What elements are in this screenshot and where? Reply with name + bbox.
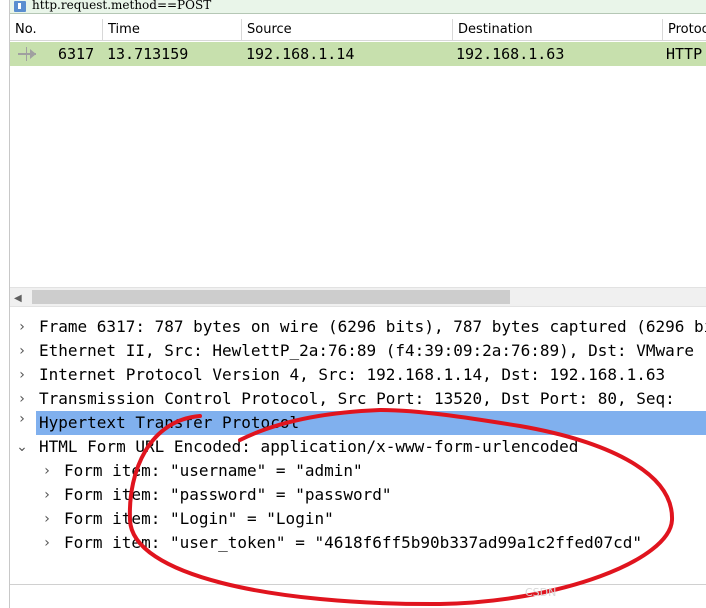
packet-no: 6317 (58, 45, 95, 63)
form-item-row[interactable]: › Form item: "user_token" = "4618f6ff5b9… (10, 531, 706, 555)
form-item-row[interactable]: › Form item: "password" = "password" (10, 483, 706, 507)
column-protocol[interactable]: Protocol (662, 19, 706, 41)
detail-http-text: Hypertext Transfer Protocol (39, 413, 300, 432)
detail-form[interactable]: ⌄ HTML Form URL Encoded: application/x-w… (10, 435, 706, 459)
packet-source: 192.168.1.14 (246, 45, 355, 63)
expand-chevron-icon[interactable]: › (16, 387, 28, 411)
detail-http[interactable]: Hypertext Transfer Protocol (36, 411, 706, 435)
scrollbar-thumb[interactable] (32, 290, 510, 304)
expand-chevron-icon[interactable]: › (16, 315, 28, 339)
form-item-text: Form item: "username" = "admin" (64, 461, 363, 480)
form-item-text: Form item: "user_token" = "4618f6ff5b90b… (64, 533, 642, 552)
form-item-text: Form item: "password" = "password" (64, 485, 392, 504)
form-item-row[interactable]: › Form item: "Login" = "Login" (10, 507, 706, 531)
packet-protocol: HTTP (666, 45, 703, 63)
packet-list-header: No. Time Source Destination Protocol (10, 19, 706, 41)
packet-details-pane: › Frame 6317: 787 bytes on wire (6296 bi… (10, 312, 706, 608)
display-filter-bar[interactable]: http.request.method==POST (10, 0, 706, 14)
expand-chevron-icon[interactable]: › (41, 507, 53, 531)
detail-form-text: HTML Form URL Encoded: application/x-www… (39, 437, 579, 456)
detail-tcp[interactable]: › Transmission Control Protocol, Src Por… (10, 387, 706, 411)
detail-frame-text: Frame 6317: 787 bytes on wire (6296 bits… (39, 317, 706, 336)
column-no[interactable]: No. (10, 19, 102, 41)
detail-ethernet-text: Ethernet II, Src: HewlettP_2a:76:89 (f4:… (39, 341, 695, 360)
horizontal-scrollbar[interactable]: ◀ (10, 287, 706, 307)
request-arrow-icon (18, 47, 36, 61)
expand-chevron-icon[interactable]: › (16, 411, 28, 435)
detail-ipv4[interactable]: › Internet Protocol Version 4, Src: 192.… (10, 363, 706, 387)
column-time[interactable]: Time (102, 19, 241, 41)
pane-divider (10, 584, 706, 585)
detail-frame[interactable]: › Frame 6317: 787 bytes on wire (6296 bi… (10, 315, 706, 339)
column-source[interactable]: Source (241, 19, 452, 41)
detail-tcp-text: Transmission Control Protocol, Src Port:… (39, 389, 675, 408)
packet-time: 13.713159 (107, 45, 189, 63)
form-item-text: Form item: "Login" = "Login" (64, 509, 334, 528)
bookmark-icon[interactable] (14, 1, 26, 12)
packet-destination: 192.168.1.63 (456, 45, 565, 63)
expand-chevron-icon[interactable]: › (16, 363, 28, 387)
watermark-text: CSDN (525, 586, 557, 599)
expand-chevron-icon[interactable]: › (41, 459, 53, 483)
detail-ipv4-text: Internet Protocol Version 4, Src: 192.16… (39, 365, 666, 384)
column-destination[interactable]: Destination (452, 19, 662, 41)
form-item-row[interactable]: › Form item: "username" = "admin" (10, 459, 706, 483)
collapse-chevron-icon[interactable]: ⌄ (16, 435, 28, 459)
expand-chevron-icon[interactable]: › (16, 339, 28, 363)
left-border (0, 0, 10, 608)
expand-chevron-icon[interactable]: › (41, 531, 53, 555)
filter-text[interactable]: http.request.method==POST (32, 0, 211, 12)
expand-chevron-icon[interactable]: › (41, 483, 53, 507)
packet-row[interactable]: 6317 13.713159 192.168.1.14 192.168.1.63… (10, 42, 706, 66)
detail-ethernet[interactable]: › Ethernet II, Src: HewlettP_2a:76:89 (f… (10, 339, 706, 363)
scroll-left-icon[interactable]: ◀ (14, 293, 22, 304)
